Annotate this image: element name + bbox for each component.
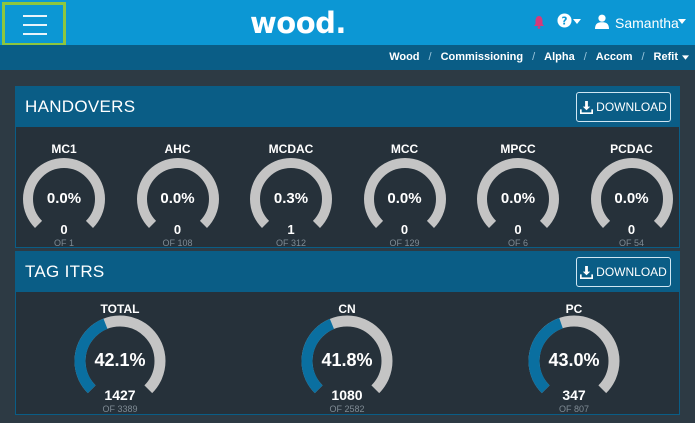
gauge-count: 0 [60,222,68,237]
gauge-total: OF 6 [507,238,529,248]
brand-logo: wood. [250,6,346,40]
user-icon[interactable] [595,14,609,29]
gauge-total: OF 129 [389,238,420,248]
tag-itrs-download-label: DOWNLOAD [596,265,667,279]
gauge-percent: 41.8% [321,350,373,370]
handovers-download-label: DOWNLOAD [596,100,667,114]
gauge-count: 0 [173,222,182,237]
user-dropdown-caret-icon[interactable] [678,19,686,24]
gauge-label: MCDAC [268,142,314,156]
help-dropdown-caret-icon[interactable] [573,19,581,24]
gauge-count: 0 [627,222,636,237]
breadcrumb: Wood / Commissioning / Alpha / Accom / R… [389,51,689,63]
gauge-count: 0 [400,222,409,237]
tag-itrs-download-button[interactable]: DOWNLOAD [576,257,671,287]
gauge-count: 1 [287,222,295,237]
gauge-percent: 43.0% [548,350,600,370]
breadcrumb-item-wood[interactable]: Wood [389,51,419,63]
gauge-percent: 0.0% [500,190,536,207]
gauge-percent: 0.0% [387,190,422,207]
gauge-label: PCDAC [610,142,653,156]
hamburger-icon [23,15,47,17]
gauge-count: 1080 [331,387,363,403]
top-navbar: wood. ? Samantha [0,0,695,46]
breadcrumb-item-refit[interactable]: Refit [654,51,678,63]
gauge-percent: 0.3% [273,190,309,207]
breadcrumb-bar: Wood / Commissioning / Alpha / Accom / R… [0,45,695,70]
breadcrumb-item-accom[interactable]: Accom [596,51,633,63]
gauge-percent: 0.0% [46,190,82,207]
gauge-percent: 42.1% [94,350,146,370]
gauge-percent: 0.0% [160,190,195,207]
breadcrumb-item-alpha[interactable]: Alpha [544,51,575,63]
help-icon[interactable]: ? [557,13,572,28]
gauge-count: 1427 [104,387,136,403]
gauge-total: OF 3389 [102,404,138,414]
gauge-label: AHC [164,142,191,156]
handovers-title: HANDOVERS [25,97,136,116]
tag-itrs-header: TAG ITRS DOWNLOAD [16,252,679,292]
tag-itrs-title: TAG ITRS [25,262,105,281]
gauge-label: MC1 [51,142,77,156]
breadcrumb-separator: / [641,51,645,63]
breadcrumb-separator: / [532,51,536,63]
gauge-total: OF 312 [275,238,307,248]
gauge-total: OF 2582 [329,404,365,414]
gauge-count: 0 [514,222,522,237]
gauge-total: OF 807 [558,404,590,414]
gauge-label: CN [338,302,356,316]
breadcrumb-separator: / [583,51,587,63]
download-icon [580,100,594,114]
svg-text:?: ? [562,16,568,28]
gauge-label: MCC [390,142,419,156]
download-icon [580,265,594,279]
gauge-label: TOTAL [100,302,140,316]
menu-toggle-button[interactable] [2,2,66,46]
tag-itrs-panel: TAG ITRS DOWNLOAD TOTAL 42.1% 1427 OF 3389 C… [15,251,680,415]
gauge-percent: 0.0% [614,190,649,207]
breadcrumb-dropdown-caret-icon[interactable] [682,54,689,60]
gauge-total: OF 108 [162,238,193,248]
gauge-label: MPCC [500,142,536,156]
breadcrumb-separator: / [428,51,432,63]
bell-icon[interactable] [533,15,545,29]
user-name[interactable]: Samantha [615,15,679,31]
handovers-download-button[interactable]: DOWNLOAD [576,92,671,122]
gauge-count: 347 [562,387,586,403]
handovers-panel: HANDOVERS DOWNLOAD MC1 0.0% 0 OF 1 AHC 0.0% 0 O… [15,86,680,248]
breadcrumb-item-commissioning[interactable]: Commissioning [441,51,524,63]
gauge-total: OF 1 [53,238,75,248]
gauge-total: OF 54 [618,238,645,248]
gauge-label: PC [565,302,583,316]
handovers-header: HANDOVERS DOWNLOAD [16,87,679,127]
